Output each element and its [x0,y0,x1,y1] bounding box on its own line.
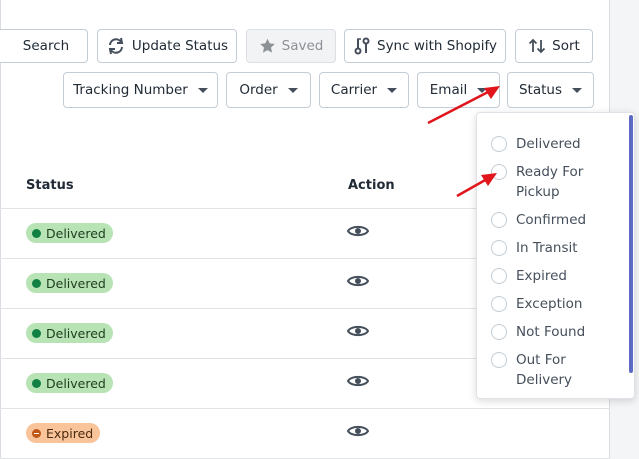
status-option-label: Delivered [516,136,581,152]
filter-status[interactable]: Status [507,72,594,108]
sort-button[interactable]: Sort [515,29,593,63]
status-option-exception[interactable]: Exception [491,294,606,314]
status-dot-icon [32,378,41,388]
status-badge: Expired [26,423,101,443]
status-option-expired[interactable]: Expired [491,266,606,286]
filter-tracking-number-label: Tracking Number [73,82,188,98]
dropdown-scroll-accent[interactable] [629,115,633,373]
search-button-label: Search [22,38,70,54]
status-badge-label: Delivered [46,225,106,241]
filter-email[interactable]: Email [417,72,500,108]
filter-email-label: Email [429,82,468,98]
row-divider [0,408,610,409]
filter-order-label: Order [239,82,278,98]
status-option-label: Exception [516,296,583,312]
eye-icon[interactable] [347,273,369,289]
radio-button[interactable] [491,212,507,228]
column-header-status: Status [26,178,74,193]
update-status-label: Update Status [131,38,229,54]
refresh-icon [108,37,124,55]
star-icon [259,38,275,53]
status-dot-icon [32,278,41,288]
app-screen: Search Update Status Saved Sync with Sho… [0,0,639,459]
filter-carrier[interactable]: Carrier [319,72,409,108]
status-option-label: Ready For Pickup [516,164,584,200]
status-badge: Delivered [26,223,113,243]
filter-carrier-label: Carrier [330,82,378,98]
status-option-label: Out For Delivery [516,352,573,388]
status-option-out-for-delivery[interactable]: Out For Delivery [491,350,606,390]
search-button[interactable]: Search [0,29,88,63]
eye-icon[interactable] [347,423,369,439]
status-badge-label: Expired [46,425,94,441]
status-dropdown-menu: Delivered Ready For Pickup Confirmed In … [476,112,635,399]
status-option-delivered[interactable]: Delivered [491,134,606,154]
eye-icon[interactable] [347,223,369,239]
status-option-in-transit[interactable]: In Transit [491,238,606,258]
sync-label: Sync with Shopify [377,38,497,54]
radio-button[interactable] [491,352,507,368]
saved-button[interactable]: Saved [246,29,336,63]
filter-order[interactable]: Order [226,72,311,108]
status-option-label: Expired [516,268,567,284]
caret-down-icon [477,87,488,93]
status-option-label: Confirmed [516,212,587,228]
radio-button[interactable] [491,240,507,256]
status-option-label: Not Found [516,324,586,340]
status-dot-icon [32,328,41,338]
status-option-label: In Transit [516,240,578,256]
sort-icon [529,38,546,54]
update-status-button[interactable]: Update Status [97,29,237,63]
status-option-not-found[interactable]: Not Found [491,322,606,342]
status-expired-icon [32,428,41,438]
status-option-ready-for-pickup[interactable]: Ready For Pickup [491,162,606,202]
sync-shopify-button[interactable]: Sync with Shopify [344,29,506,63]
filter-tracking-number[interactable]: Tracking Number [63,72,218,108]
status-badge: Delivered [26,273,113,293]
caret-down-icon [197,87,208,93]
radio-button[interactable] [491,324,507,340]
sort-label: Sort [552,38,580,54]
status-badge: Delivered [26,373,113,393]
radio-button[interactable] [491,136,507,152]
status-dot-icon [32,228,41,238]
status-option-confirmed[interactable]: Confirmed [491,210,606,230]
eye-icon[interactable] [347,323,369,339]
column-header-action: Action [348,178,395,193]
caret-down-icon [572,87,583,93]
radio-button[interactable] [491,296,507,312]
status-badge: Delivered [26,323,113,343]
sync-icon [354,37,370,55]
radio-button[interactable] [491,164,507,180]
status-badge-label: Delivered [46,275,106,291]
filter-status-label: Status [518,82,563,98]
saved-label: Saved [281,38,324,54]
caret-down-icon [287,87,298,93]
radio-button[interactable] [491,268,507,284]
eye-icon[interactable] [347,373,369,389]
status-badge-label: Delivered [46,325,106,341]
status-badge-label: Delivered [46,375,106,391]
caret-down-icon [387,87,398,93]
